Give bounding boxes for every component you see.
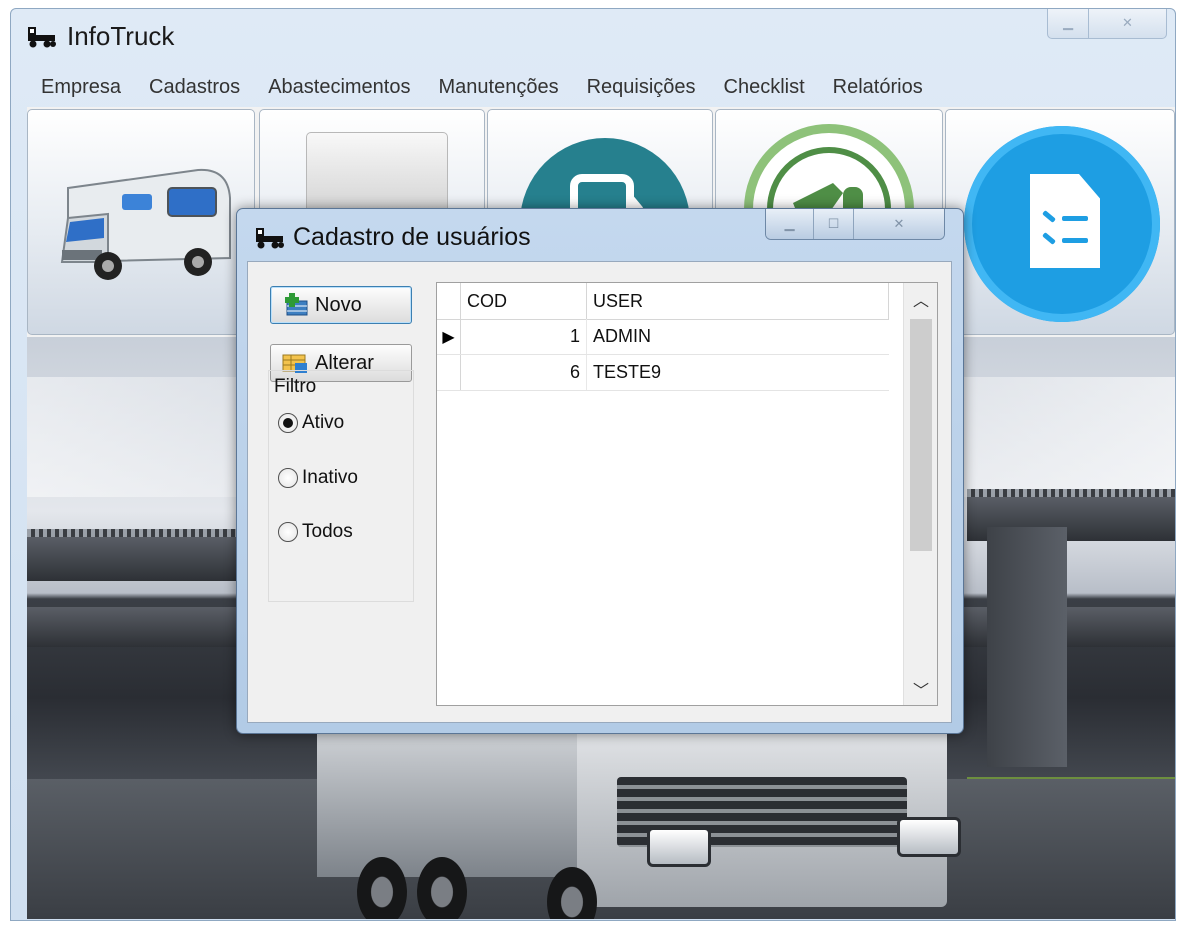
filter-ativo-radio[interactable]: Ativo — [278, 412, 344, 434]
scroll-thumb[interactable] — [910, 319, 932, 551]
menu-manutencoes[interactable]: Manutenções — [422, 76, 570, 99]
rv-icon — [60, 168, 231, 280]
current-row-indicator-icon: ▶ — [437, 319, 461, 354]
dialog-title: Cadastro de usuários — [293, 223, 531, 251]
novo-button[interactable]: Novo — [270, 286, 412, 324]
shortcut-checklist[interactable] — [945, 109, 1175, 335]
truck-icon — [28, 27, 56, 48]
minimize-button[interactable]: ▁ — [1047, 9, 1089, 39]
add-record-icon — [285, 293, 308, 316]
menu-bar: Empresa Cadastros Abastecimentos Manuten… — [11, 69, 1175, 105]
scroll-down-icon[interactable]: ﹀ — [904, 673, 938, 705]
column-header-cod[interactable]: COD — [461, 283, 587, 319]
dialog-minimize-button[interactable]: ▁ — [766, 209, 814, 239]
novo-label: Novo — [315, 293, 362, 316]
vertical-scrollbar[interactable]: ︿ ﹀ — [903, 283, 937, 705]
table-row[interactable]: 6 TESTE9 — [437, 355, 889, 391]
filter-todos-label: Todos — [302, 521, 353, 542]
minimize-icon: ▁ — [784, 216, 795, 232]
cell-user[interactable]: TESTE9 — [587, 355, 889, 390]
checklist-icon — [964, 126, 1160, 322]
truck-image — [317, 717, 961, 919]
menu-abastecimentos[interactable]: Abastecimentos — [252, 76, 422, 99]
close-icon: ✕ — [893, 216, 905, 232]
filter-inativo-radio[interactable]: Inativo — [278, 467, 358, 489]
menu-cadastros[interactable]: Cadastros — [133, 76, 252, 99]
filter-ativo-label: Ativo — [302, 412, 345, 433]
row-indicator — [437, 355, 461, 390]
filter-label: Filtro — [274, 376, 317, 397]
minimize-icon: ▁ — [1063, 16, 1073, 31]
users-grid[interactable]: COD USER ▶ 1 ADMIN 6 TESTE9 ︿ ﹀ — [436, 282, 938, 706]
dialog-maximize-button[interactable]: ☐ — [814, 209, 854, 239]
menu-relatorios[interactable]: Relatórios — [817, 76, 935, 99]
maximize-icon: ☐ — [827, 216, 840, 232]
title-bar[interactable]: InfoTruck ▁ ✕ — [11, 9, 1175, 67]
filter-inativo-label: Inativo — [302, 467, 358, 488]
header-indicator-cell — [437, 283, 461, 319]
shortcut-vehicles[interactable] — [27, 109, 255, 335]
column-header-user[interactable]: USER — [587, 283, 889, 319]
filter-todos-radio[interactable]: Todos — [278, 521, 353, 543]
radio-checked-icon — [278, 413, 298, 433]
radio-unchecked-icon — [278, 468, 298, 488]
cell-user[interactable]: ADMIN — [587, 319, 889, 354]
menu-requisicoes[interactable]: Requisições — [571, 76, 708, 99]
cell-cod[interactable]: 6 — [461, 355, 587, 390]
user-registration-dialog: Cadastro de usuários ▁ ☐ ✕ Novo Alterar … — [236, 208, 964, 734]
scroll-up-icon[interactable]: ︿ — [904, 283, 938, 315]
dialog-close-button[interactable]: ✕ — [854, 209, 944, 239]
close-icon: ✕ — [1122, 16, 1133, 31]
truck-icon — [256, 228, 284, 249]
menu-checklist[interactable]: Checklist — [708, 76, 817, 99]
radio-unchecked-icon — [278, 522, 298, 542]
grid-header: COD USER — [437, 283, 889, 320]
table-row[interactable]: ▶ 1 ADMIN — [437, 319, 889, 355]
cell-cod[interactable]: 1 — [461, 319, 587, 354]
menu-empresa[interactable]: Empresa — [11, 76, 133, 99]
app-title: InfoTruck — [67, 21, 175, 51]
close-button[interactable]: ✕ — [1089, 9, 1167, 39]
dialog-client-area: Novo Alterar Filtro Ativo Inativo Todos — [247, 261, 952, 723]
